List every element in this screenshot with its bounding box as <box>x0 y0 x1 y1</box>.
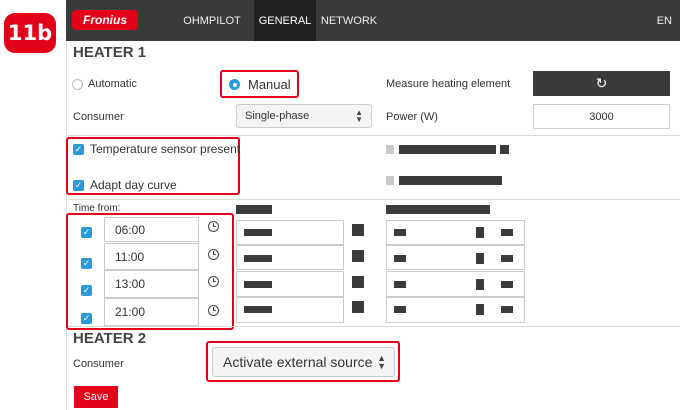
heater2-consumer-select[interactable]: Activate external source ▲ ▼ <box>212 347 395 377</box>
manual-label: Manual <box>248 77 291 92</box>
redacted-text <box>394 229 406 236</box>
tab-ohmpilot[interactable]: OHMPILOT <box>174 0 250 41</box>
redacted-text <box>501 255 513 262</box>
time-row-checkbox[interactable]: ✓ <box>81 258 92 269</box>
redacted-icon <box>352 301 364 313</box>
redacted-text <box>399 176 502 185</box>
power-label: Power (W) <box>386 111 438 123</box>
step-badge: 11b <box>4 13 56 53</box>
automatic-radio[interactable] <box>72 79 83 90</box>
power-input[interactable]: 3000 <box>533 104 670 129</box>
divider <box>68 326 680 327</box>
redacted-text <box>501 306 513 313</box>
redacted-icon <box>352 250 364 262</box>
top-navigation-bar: Fronius OHMPILOT GENERAL NETWORK EN <box>66 0 680 41</box>
measure-heating-label: Measure heating element <box>386 78 511 90</box>
redacted-icon <box>352 224 364 236</box>
clock-icon[interactable] <box>208 276 219 287</box>
time-row-checkbox[interactable]: ✓ <box>81 285 92 296</box>
time-row-checkbox[interactable]: ✓ <box>81 313 92 324</box>
redacted-text <box>476 279 484 290</box>
consumer-label: Consumer <box>73 111 124 123</box>
automatic-label: Automatic <box>88 78 137 90</box>
tab-general[interactable]: GENERAL <box>254 0 316 41</box>
manual-radio[interactable] <box>229 79 240 90</box>
measure-heating-button[interactable]: ↻ <box>533 71 670 96</box>
time-from-input[interactable]: 13:00 <box>104 270 199 298</box>
time-from-input[interactable]: 21:00 <box>104 298 199 326</box>
heater2-title: HEATER 2 <box>73 330 147 347</box>
redacted-text <box>500 145 509 154</box>
redacted-text <box>501 281 513 288</box>
select-arrows-icon: ▲ ▼ <box>377 353 386 371</box>
redacted-text <box>244 229 272 236</box>
time-row-checkbox[interactable]: ✓ <box>81 227 92 238</box>
redacted-text <box>399 145 496 154</box>
redacted-column-header <box>236 205 272 214</box>
clock-icon[interactable] <box>208 249 219 260</box>
redacted-text <box>501 229 513 236</box>
tab-network[interactable]: NETWORK <box>318 0 380 41</box>
clock-icon[interactable] <box>208 305 219 316</box>
divider <box>68 199 680 200</box>
heater2-consumer-label: Consumer <box>73 358 124 370</box>
redacted-text <box>476 304 484 315</box>
language-selector[interactable]: EN <box>657 0 672 41</box>
redacted-text <box>244 306 272 313</box>
adapt-day-curve-label: Adapt day curve <box>90 178 177 192</box>
divider <box>68 135 680 136</box>
redacted-marker <box>386 145 394 154</box>
redacted-icon <box>352 276 364 288</box>
redacted-text <box>476 253 484 264</box>
redacted-text <box>394 306 406 313</box>
redacted-text <box>476 227 484 238</box>
fronius-logo[interactable]: Fronius <box>72 10 138 30</box>
redacted-column-header <box>386 205 490 214</box>
redacted-text <box>244 281 272 288</box>
time-from-input[interactable]: 06:00 <box>104 217 199 242</box>
redacted-marker <box>386 176 394 185</box>
adapt-day-curve-checkbox[interactable]: ✓ <box>73 180 84 191</box>
consumer-select-value: Single-phase <box>245 110 310 122</box>
temperature-sensor-label: Temperature sensor present <box>90 142 241 156</box>
save-button[interactable]: Save <box>74 386 118 408</box>
redacted-text <box>394 281 406 288</box>
time-from-input[interactable]: 11:00 <box>104 243 199 270</box>
redacted-text <box>244 255 272 262</box>
redacted-text <box>394 255 406 262</box>
consumer-select[interactable]: Single-phase ▲ ▼ <box>236 104 372 128</box>
clock-icon[interactable] <box>208 221 219 232</box>
heater2-consumer-value: Activate external source <box>223 354 373 370</box>
temperature-sensor-checkbox[interactable]: ✓ <box>73 144 84 155</box>
refresh-icon: ↻ <box>595 75 608 91</box>
select-arrows-icon: ▲ ▼ <box>355 108 363 124</box>
heater1-title: HEATER 1 <box>73 44 147 61</box>
